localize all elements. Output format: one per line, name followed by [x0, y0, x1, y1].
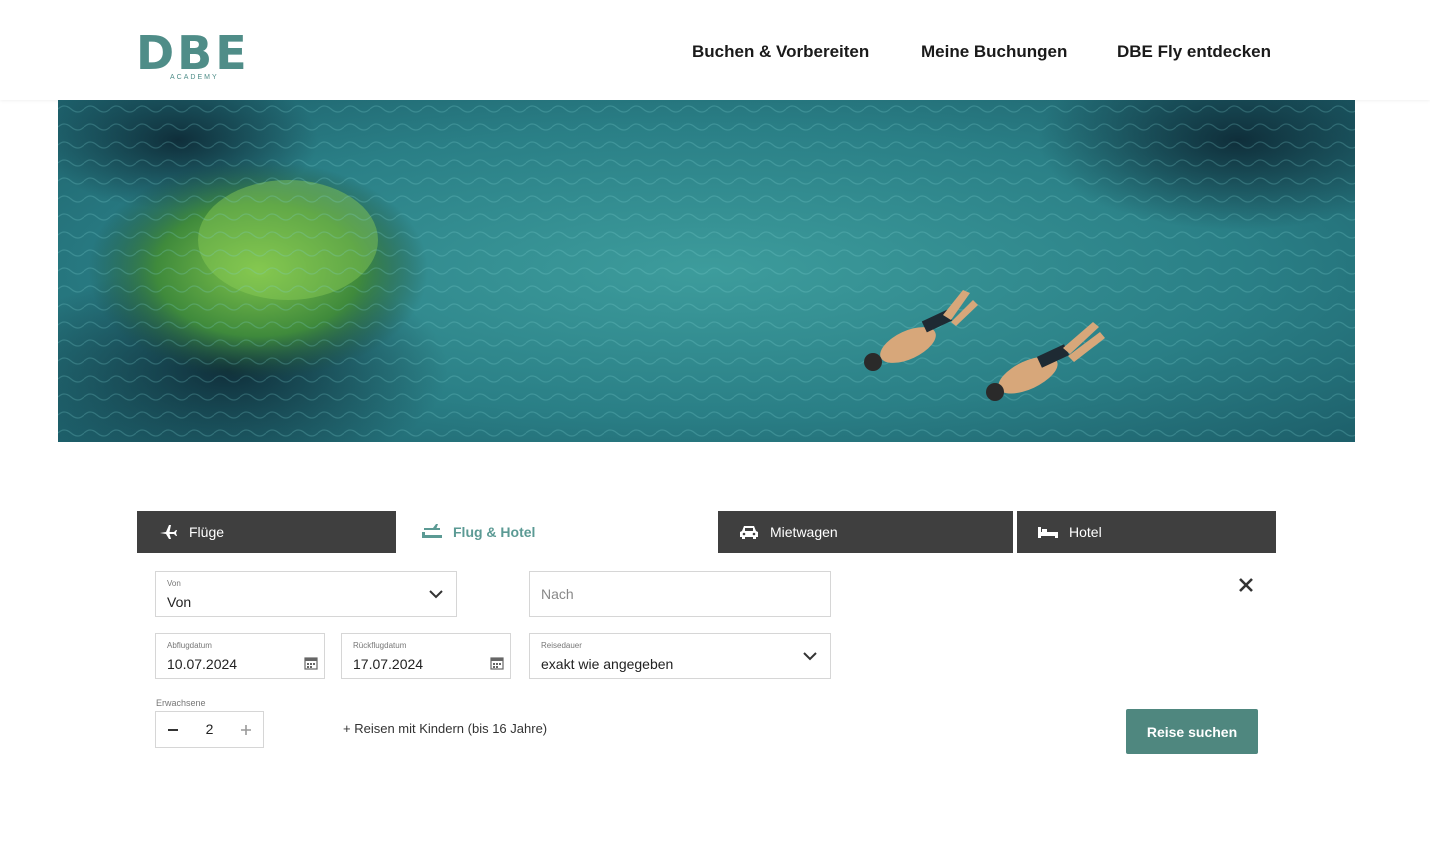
nav-dbe-fly-entdecken[interactable]: DBE Fly entdecken [1117, 42, 1271, 62]
calendar-icon[interactable] [304, 656, 318, 670]
from-value: Von [167, 594, 192, 610]
adults-label: Erwachsene [156, 698, 206, 708]
minus-icon[interactable] [156, 712, 190, 747]
bed-icon [1037, 521, 1059, 543]
tab-hotel[interactable]: Hotel [1017, 511, 1276, 553]
tab-mietwagen-label: Mietwagen [770, 524, 838, 540]
from-label: Von [167, 579, 181, 588]
nav-buchen-vorbereiten[interactable]: Buchen & Vorbereiten [692, 42, 869, 62]
search-button[interactable]: Reise suchen [1126, 709, 1258, 754]
logo[interactable]: DBE ACADEMY [136, 26, 250, 86]
tab-fluege[interactable]: Flüge [137, 511, 396, 553]
duration-select[interactable]: Reisedauer exakt wie angegeben [529, 633, 831, 679]
return-date-field[interactable]: Rückflugdatum 17.07.2024 [341, 633, 511, 679]
tab-hotel-label: Hotel [1069, 524, 1102, 540]
calendar-icon[interactable] [490, 656, 504, 670]
return-date-value: 17.07.2024 [353, 656, 424, 672]
from-field[interactable]: Von Von [155, 571, 457, 617]
plane-icon [157, 521, 179, 543]
plane-hotel-icon [421, 521, 443, 543]
logo-text: DBE [136, 26, 250, 80]
close-icon[interactable] [1236, 575, 1256, 595]
departure-date-field[interactable]: Abflugdatum 10.07.2024 [155, 633, 325, 679]
hero-image [58, 100, 1355, 442]
chevron-down-icon[interactable] [428, 586, 444, 602]
tab-mietwagen[interactable]: Mietwagen [718, 511, 1013, 553]
site-header: DBE ACADEMY Buchen & Vorbereiten Meine B… [0, 0, 1430, 100]
tab-flug-hotel[interactable]: Flug & Hotel [401, 511, 711, 553]
duration-value: exakt wie angegeben [541, 656, 674, 672]
chevron-down-icon[interactable] [802, 648, 818, 664]
to-placeholder: Nach [541, 586, 574, 602]
plus-icon[interactable] [229, 712, 263, 747]
tab-fluege-label: Flüge [189, 524, 225, 540]
nav-meine-buchungen[interactable]: Meine Buchungen [921, 42, 1067, 62]
to-field[interactable]: Nach [529, 571, 831, 617]
departure-date-value: 10.07.2024 [167, 656, 238, 672]
adults-stepper[interactable]: 2 [155, 711, 264, 748]
return-date-label: Rückflugdatum [353, 641, 407, 650]
add-children-link[interactable]: + Reisen mit Kindern (bis 16 Jahre) [343, 721, 547, 736]
departure-date-label: Abflugdatum [167, 641, 212, 650]
duration-label: Reisedauer [541, 641, 582, 650]
adults-count: 2 [205, 721, 214, 737]
car-icon [738, 521, 760, 543]
tab-flug-hotel-label: Flug & Hotel [453, 524, 536, 540]
